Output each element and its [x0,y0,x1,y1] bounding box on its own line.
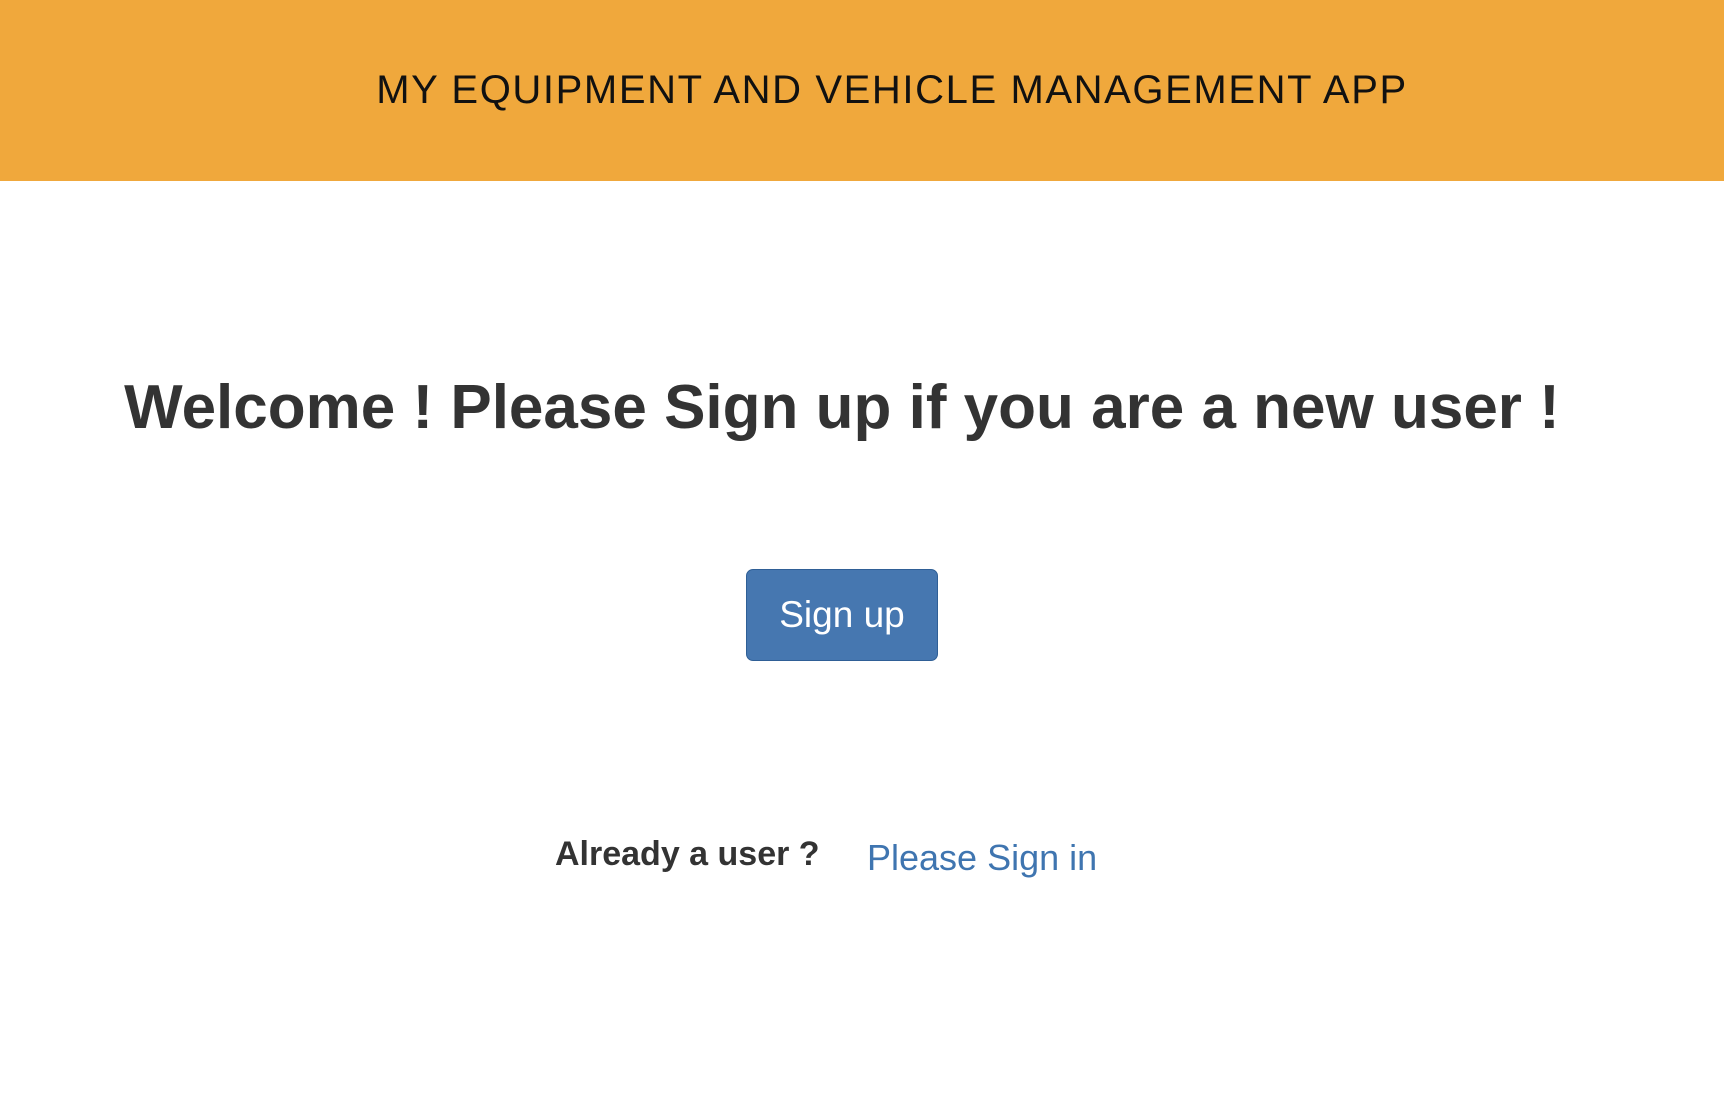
signin-link[interactable]: Please Sign in [867,837,1097,879]
already-user-label: Already a user ? [555,835,820,873]
welcome-heading: Welcome ! Please Sign up if you are a ne… [124,373,1560,442]
app-header: MY EQUIPMENT AND VEHICLE MANAGEMENT APP [0,0,1724,181]
app-title: MY EQUIPMENT AND VEHICLE MANAGEMENT APP [376,68,1408,112]
signup-button[interactable]: Sign up [746,569,938,661]
